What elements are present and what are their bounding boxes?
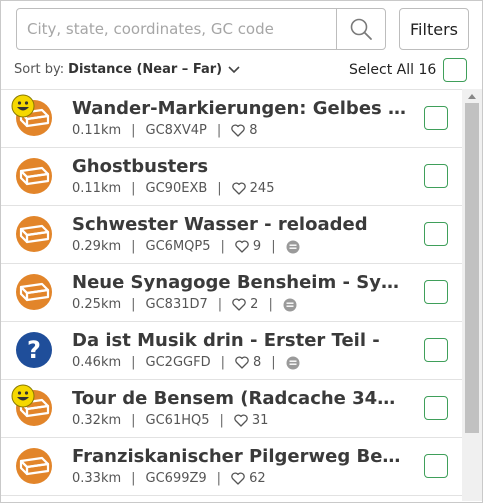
separator: |: [217, 297, 223, 312]
smiley-found-icon: [11, 384, 35, 412]
traditional-cache-icon: [15, 447, 55, 487]
cache-row[interactable]: Wander-Markierungen: Gelbes D... 0.11km …: [1, 90, 462, 148]
sort-dropdown[interactable]: Sort by: Distance (Near – Far): [14, 62, 240, 77]
cache-distance: 0.33km: [72, 471, 122, 486]
sort-value: Distance (Near – Far): [68, 62, 223, 77]
cache-code: GC699Z9: [145, 471, 207, 486]
separator: |: [220, 239, 225, 254]
cache-code: GC8XV4P: [145, 123, 207, 138]
cache-checkbox[interactable]: [424, 106, 448, 130]
cache-row[interactable]: Schwester Wasser - reloaded 0.29km | GC6…: [1, 206, 462, 264]
separator: |: [131, 181, 136, 196]
cache-list: Wander-Markierungen: Gelbes D... 0.11km …: [1, 89, 462, 502]
trackable-icon: [283, 298, 297, 312]
trackable-icon: [286, 356, 300, 370]
cache-distance: 0.11km: [72, 181, 122, 196]
cache-title[interactable]: Tour de Bensem (Radcache 34km): [72, 388, 407, 409]
cache-title[interactable]: Schwester Wasser - reloaded: [72, 214, 407, 235]
cache-meta: 0.11km | GC8XV4P | 8: [72, 123, 258, 138]
scrollbar[interactable]: [462, 89, 482, 501]
scroll-thumb[interactable]: [465, 103, 479, 433]
cache-title[interactable]: Franziskanischer Pilgerweg Bens...: [72, 446, 407, 467]
heart-icon: [231, 124, 246, 137]
cache-favorites: 8: [249, 123, 258, 138]
cache-favorites: 8: [252, 355, 262, 370]
cache-checkbox[interactable]: [424, 338, 448, 362]
separator: |: [271, 355, 276, 370]
separator: |: [220, 355, 225, 370]
cache-title[interactable]: Wander-Markierungen: Gelbes D...: [72, 98, 407, 119]
search-icon: [350, 18, 372, 40]
cache-row[interactable]: Neue Synagoge Bensheim - Syna... 0.25km …: [1, 264, 462, 322]
heart-icon: [235, 356, 249, 369]
separator: |: [217, 181, 222, 196]
cache-row[interactable]: Franziskanischer Pilgerweg Bens... 0.33k…: [1, 438, 462, 496]
cache-meta: 0.25km | GC831D7 | 2 |: [72, 297, 297, 312]
cache-checkbox[interactable]: [424, 222, 448, 246]
separator: |: [131, 413, 136, 428]
cache-meta: 0.29km | GC6MQP5 | 9 |: [72, 239, 300, 254]
separator: |: [216, 471, 222, 486]
cache-distance: 0.29km: [72, 239, 122, 254]
cache-row[interactable]: Ghostbusters 0.11km | GC90EXB | 245: [1, 148, 462, 206]
cache-favorites: 31: [251, 413, 269, 428]
cache-distance: 0.32km: [72, 413, 122, 428]
cache-favorites: 62: [249, 471, 266, 486]
cache-meta: 0.11km | GC90EXB | 245: [72, 181, 274, 196]
trackable-icon: [286, 240, 300, 254]
cache-checkbox[interactable]: [424, 280, 448, 304]
cache-title[interactable]: Ghostbusters: [72, 156, 407, 177]
separator: |: [131, 239, 136, 254]
cache-checkbox[interactable]: [424, 454, 448, 478]
cache-code: GC831D7: [145, 297, 208, 312]
separator: |: [131, 355, 136, 370]
cache-title[interactable]: Da ist Musik drin - Erster Teil -: [72, 330, 407, 351]
scroll-up-arrow-icon[interactable]: [462, 89, 482, 103]
search-input[interactable]: [17, 9, 339, 49]
heart-icon: [231, 182, 246, 195]
sort-prefix: Sort by:: [14, 62, 65, 77]
heart-icon: [234, 414, 248, 427]
select-all-checkbox[interactable]: [443, 58, 467, 82]
cache-favorites: 245: [249, 181, 275, 196]
cache-favorites: 9: [252, 239, 262, 254]
heart-icon: [235, 240, 249, 253]
mystery-cache-icon: ?: [15, 331, 55, 371]
cache-distance: 0.46km: [72, 355, 122, 370]
cache-meta: 0.46km | GC2GGFD | 8 |: [72, 355, 300, 370]
heart-icon: [232, 298, 246, 311]
separator: |: [271, 239, 276, 254]
cache-row[interactable]: Tour de Bensem (Radcache 34km) 0.32km | …: [1, 380, 462, 438]
cache-code: GC90EXB: [145, 181, 208, 196]
filters-button[interactable]: Filters: [399, 8, 469, 50]
search-box: [16, 8, 386, 50]
cache-favorites: 2: [250, 297, 259, 312]
cache-row[interactable]: ? Da ist Musik drin - Erster Teil - 0.46…: [1, 322, 462, 380]
select-all-label: Select All 16: [349, 62, 437, 78]
separator: |: [219, 413, 224, 428]
cache-code: GC2GGFD: [145, 355, 211, 370]
cache-title[interactable]: Neue Synagoge Bensheim - Syna...: [72, 272, 407, 293]
traditional-cache-icon: [15, 215, 55, 255]
cache-code: GC6MQP5: [145, 239, 211, 254]
separator: |: [268, 297, 273, 312]
cache-distance: 0.25km: [72, 297, 122, 312]
traditional-cache-icon: [15, 273, 55, 313]
separator: |: [216, 123, 222, 138]
cache-checkbox[interactable]: [424, 164, 448, 188]
separator: |: [131, 297, 136, 312]
cache-checkbox[interactable]: [424, 396, 448, 420]
separator: |: [131, 471, 136, 486]
heart-icon: [231, 472, 245, 485]
cache-distance: 0.11km: [72, 123, 122, 138]
search-button[interactable]: [336, 9, 385, 49]
cache-meta: 0.33km | GC699Z9 | 62: [72, 471, 266, 486]
svg-text:?: ?: [27, 336, 41, 364]
chevron-down-icon: [228, 65, 240, 74]
traditional-cache-icon: [15, 157, 55, 197]
smiley-found-icon: [11, 94, 35, 122]
separator: |: [131, 123, 136, 138]
cache-code: GC61HQ5: [145, 413, 210, 428]
cache-meta: 0.32km | GC61HQ5 | 31: [72, 413, 268, 428]
